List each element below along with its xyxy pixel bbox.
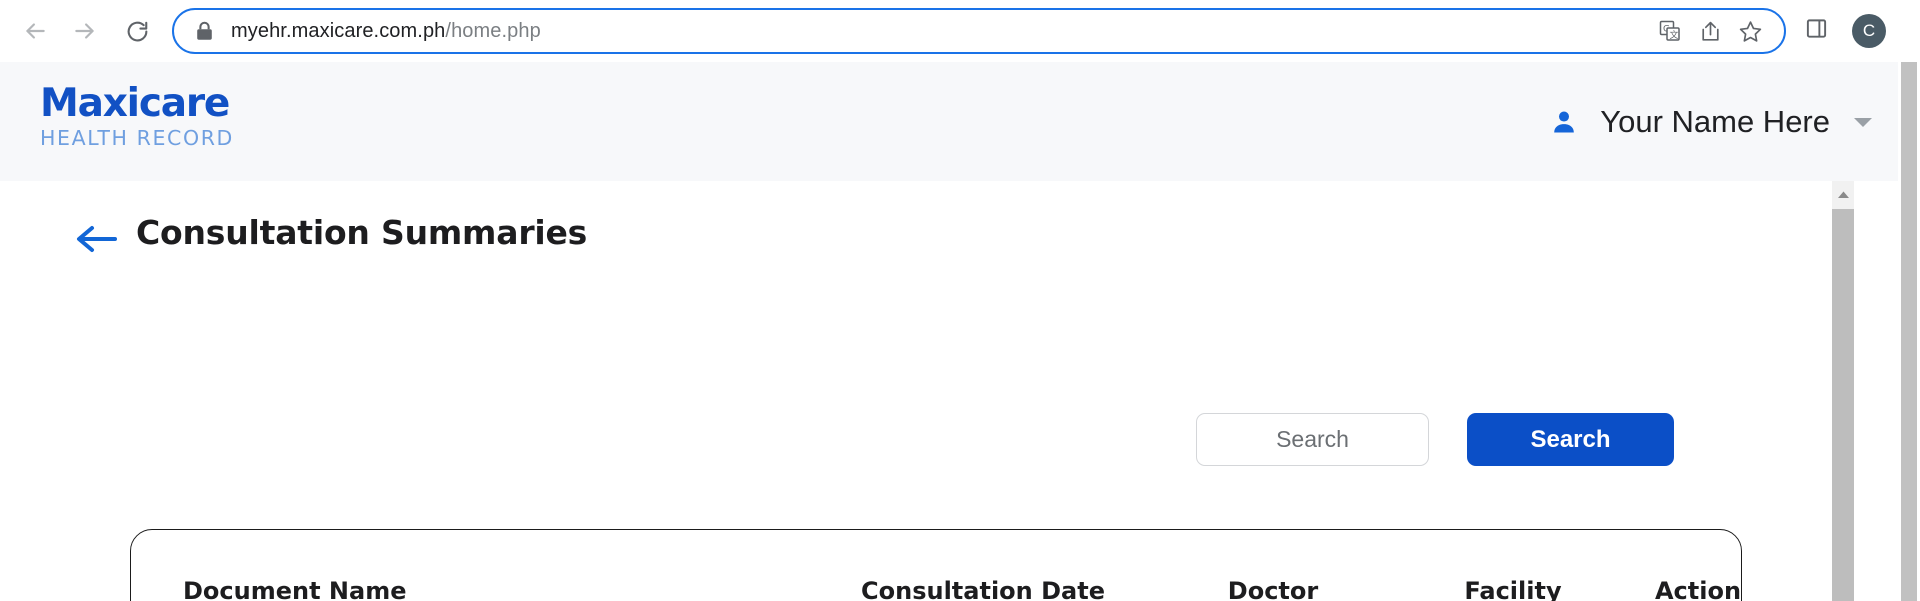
browser-scrollbar[interactable] (1898, 0, 1920, 601)
address-bar[interactable]: myehr.maxicare.com.ph/home.php G 文 (172, 8, 1786, 54)
main-content: Consultation Summaries Search Document N… (0, 181, 1832, 601)
browser-scrollbar-thumb[interactable] (1901, 62, 1917, 601)
browser-reload-button[interactable] (116, 10, 158, 52)
back-arrow-icon[interactable] (74, 223, 118, 260)
column-header-document-name: Document Name (183, 577, 407, 601)
scrollbar-up-button[interactable] (1832, 181, 1854, 209)
chevron-down-icon (1852, 115, 1874, 129)
account-name: Your Name Here (1600, 103, 1830, 139)
browser-back-button[interactable] (14, 10, 56, 52)
logo-tagline: HEALTH RECORD (40, 126, 234, 150)
arrow-left-icon (22, 18, 48, 44)
arrow-right-icon (72, 18, 98, 44)
site-header: Maxicare HEALTH RECORD Your Name Here (0, 62, 1920, 181)
consultation-summaries-table: Document Name Consultation Date Doctor F… (131, 530, 1793, 601)
table-header-row: Document Name Consultation Date Doctor F… (131, 530, 1793, 601)
triangle-up-icon (1837, 186, 1850, 204)
side-panel-icon (1805, 17, 1828, 45)
person-icon (1550, 108, 1578, 136)
reload-icon (125, 19, 150, 44)
content-gutter (1854, 181, 1898, 601)
search-input[interactable] (1196, 413, 1429, 466)
logo-wordmark: Maxicare (40, 81, 230, 126)
column-header-facility: Facility (1464, 577, 1562, 601)
url-path: /home.php (445, 19, 541, 42)
avatar-letter: C (1862, 21, 1876, 40)
search-button[interactable]: Search (1467, 413, 1674, 466)
maxicare-logo[interactable]: Maxicare HEALTH RECORD (40, 84, 234, 149)
consultation-summaries-card: Document Name Consultation Date Doctor F… (130, 529, 1742, 601)
svg-text:文: 文 (1670, 29, 1679, 41)
browser-toolbar: myehr.maxicare.com.ph/home.php G 文 (0, 0, 1920, 62)
side-panel-button[interactable] (1794, 9, 1838, 53)
url-text: myehr.maxicare.com.ph/home.php (231, 20, 1650, 43)
page-title-row: Consultation Summaries (0, 181, 1832, 291)
star-icon[interactable] (1730, 11, 1770, 51)
translate-icon[interactable]: G 文 (1650, 11, 1690, 51)
page-scrollbar[interactable] (1832, 181, 1854, 601)
account-menu[interactable]: Your Name Here (1550, 62, 1874, 181)
share-icon[interactable] (1690, 11, 1730, 51)
column-header-doctor: Doctor (1227, 577, 1319, 601)
avatar[interactable]: C (1852, 14, 1886, 48)
column-header-action: Action (1654, 577, 1742, 601)
lock-icon (196, 21, 213, 41)
column-header-consultation-date: Consultation Date (861, 577, 1105, 601)
url-domain: myehr.maxicare.com.ph (231, 19, 446, 42)
browser-forward-button[interactable] (64, 10, 106, 52)
page-title: Consultation Summaries (136, 213, 588, 252)
